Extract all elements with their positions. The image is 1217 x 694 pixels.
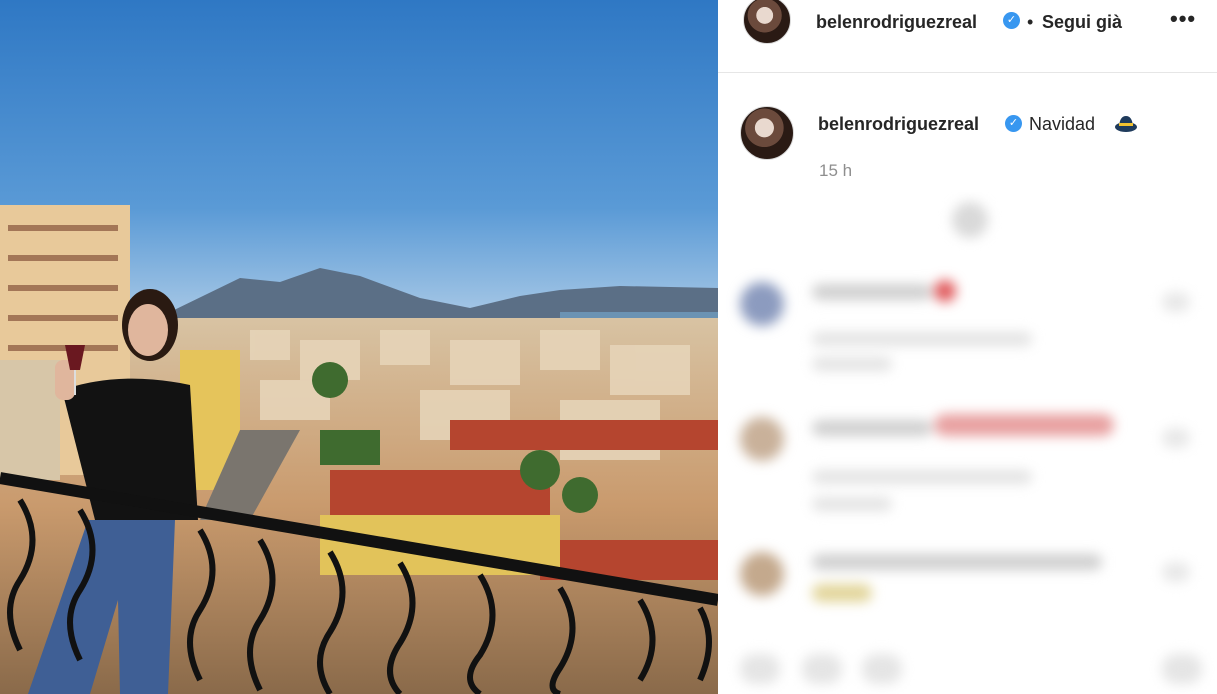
verified-badge-icon: ✓	[1005, 115, 1022, 132]
verified-badge-icon: ✓	[1003, 12, 1020, 29]
comments-list-blurred	[722, 192, 1217, 694]
hat-icon	[1115, 116, 1137, 132]
separator-dot: •	[1027, 12, 1034, 32]
caption-text: Navidad	[1029, 114, 1096, 134]
more-options-icon[interactable]: •••	[1170, 6, 1196, 32]
post-image	[0, 0, 718, 694]
caption-username[interactable]: belenrodriguezreal	[818, 114, 979, 135]
caption-avatar[interactable]	[740, 106, 794, 160]
post-header: belenrodriguezreal ✓ • Segui già •••	[718, 0, 1217, 73]
post-side-panel: belenrodriguezreal ✓ • Segui già ••• bel…	[718, 0, 1217, 694]
following-button[interactable]: Segui già	[1042, 12, 1122, 33]
post-timestamp: 15 h	[819, 161, 853, 180]
header-username[interactable]: belenrodriguezreal	[816, 12, 977, 33]
avatar[interactable]	[743, 0, 791, 44]
post-photo	[0, 0, 718, 694]
